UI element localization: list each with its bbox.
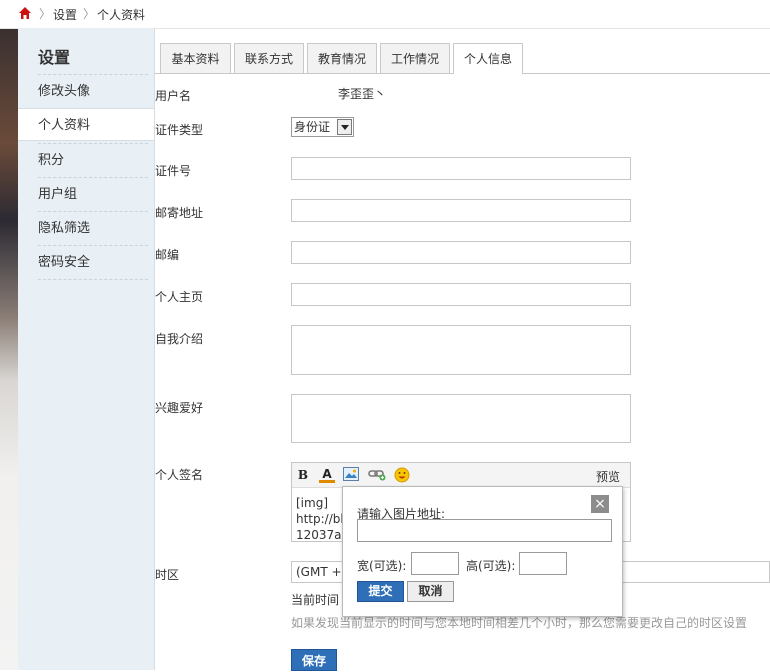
image-url-popup: × 请输入图片地址: 宽(可选): 高(可选): 提交 取消: [342, 486, 623, 617]
homepage-label: 个人主页: [155, 290, 204, 304]
background-decoration: [0, 28, 18, 670]
sidebar-item-privacy[interactable]: 隐私筛选: [38, 211, 148, 245]
hobby-label: 兴趣爱好: [155, 401, 204, 415]
id-number-input[interactable]: [291, 157, 631, 180]
chevron-down-icon[interactable]: [337, 119, 352, 135]
breadcrumb-item-settings[interactable]: 设置: [53, 6, 77, 23]
signature-label: 个人签名: [155, 468, 204, 482]
username-value: 李歪歪丶: [338, 87, 387, 101]
breadcrumb: 〉 设置 〉 个人资料: [0, 0, 770, 29]
close-icon[interactable]: ×: [591, 495, 609, 513]
sidebar: 设置 修改头像 个人资料 积分 用户组 隐私筛选 密码安全: [18, 28, 155, 670]
image-height-input[interactable]: [519, 552, 567, 575]
sidebar-item-usergroup[interactable]: 用户组: [38, 177, 148, 211]
sidebar-item-password[interactable]: 密码安全: [38, 245, 148, 280]
editor-toolbar: B A 预览: [292, 463, 630, 488]
tab-basic[interactable]: 基本资料: [160, 43, 231, 73]
image-url-input[interactable]: [357, 519, 612, 542]
tab-personal[interactable]: 个人信息: [453, 43, 523, 74]
signature-text: [img] http://bb 12037a5: [296, 496, 346, 540]
breadcrumb-item-profile[interactable]: 个人资料: [97, 6, 145, 23]
address-input[interactable]: [291, 199, 631, 222]
zip-label: 邮编: [155, 248, 180, 262]
preview-button[interactable]: 预览: [596, 468, 620, 485]
image-width-label: 宽(可选):: [357, 559, 407, 573]
bio-textarea[interactable]: [291, 325, 631, 375]
id-type-select[interactable]: 身份证: [291, 117, 354, 137]
id-type-value: 身份证: [294, 120, 331, 134]
bold-icon[interactable]: B: [295, 467, 311, 483]
sidebar-item-profile[interactable]: 个人资料: [18, 108, 154, 141]
username-label: 用户名: [155, 89, 192, 103]
smiley-icon[interactable]: [394, 467, 410, 483]
timezone-label: 时区: [155, 568, 180, 582]
chevron-right-icon: 〉: [39, 7, 52, 21]
image-height-label: 高(可选):: [466, 559, 516, 573]
zip-input[interactable]: [291, 241, 631, 264]
address-label: 邮寄地址: [155, 206, 204, 220]
bio-label: 自我介绍: [155, 332, 204, 346]
sidebar-item-avatar[interactable]: 修改头像: [38, 74, 148, 108]
link-icon[interactable]: [368, 467, 386, 483]
hobby-textarea[interactable]: [291, 394, 631, 443]
current-time-label: 当前时间: [291, 593, 340, 607]
id-type-label: 证件类型: [155, 123, 204, 137]
image-icon[interactable]: [343, 467, 359, 483]
tab-work[interactable]: 工作情况: [380, 43, 450, 73]
image-width-input[interactable]: [411, 552, 459, 575]
home-icon[interactable]: [18, 6, 32, 20]
cancel-button[interactable]: 取消: [407, 581, 454, 602]
tab-contact[interactable]: 联系方式: [234, 43, 304, 73]
save-button[interactable]: 保存: [291, 649, 337, 671]
chevron-right-icon: 〉: [83, 7, 96, 21]
homepage-input[interactable]: [291, 283, 631, 306]
id-number-label: 证件号: [155, 164, 192, 178]
submit-button[interactable]: 提交: [357, 581, 404, 602]
tab-education[interactable]: 教育情况: [307, 43, 377, 73]
sidebar-title: 设置: [38, 48, 71, 67]
sidebar-item-credits[interactable]: 积分: [38, 143, 148, 177]
font-color-icon[interactable]: A: [319, 467, 335, 483]
